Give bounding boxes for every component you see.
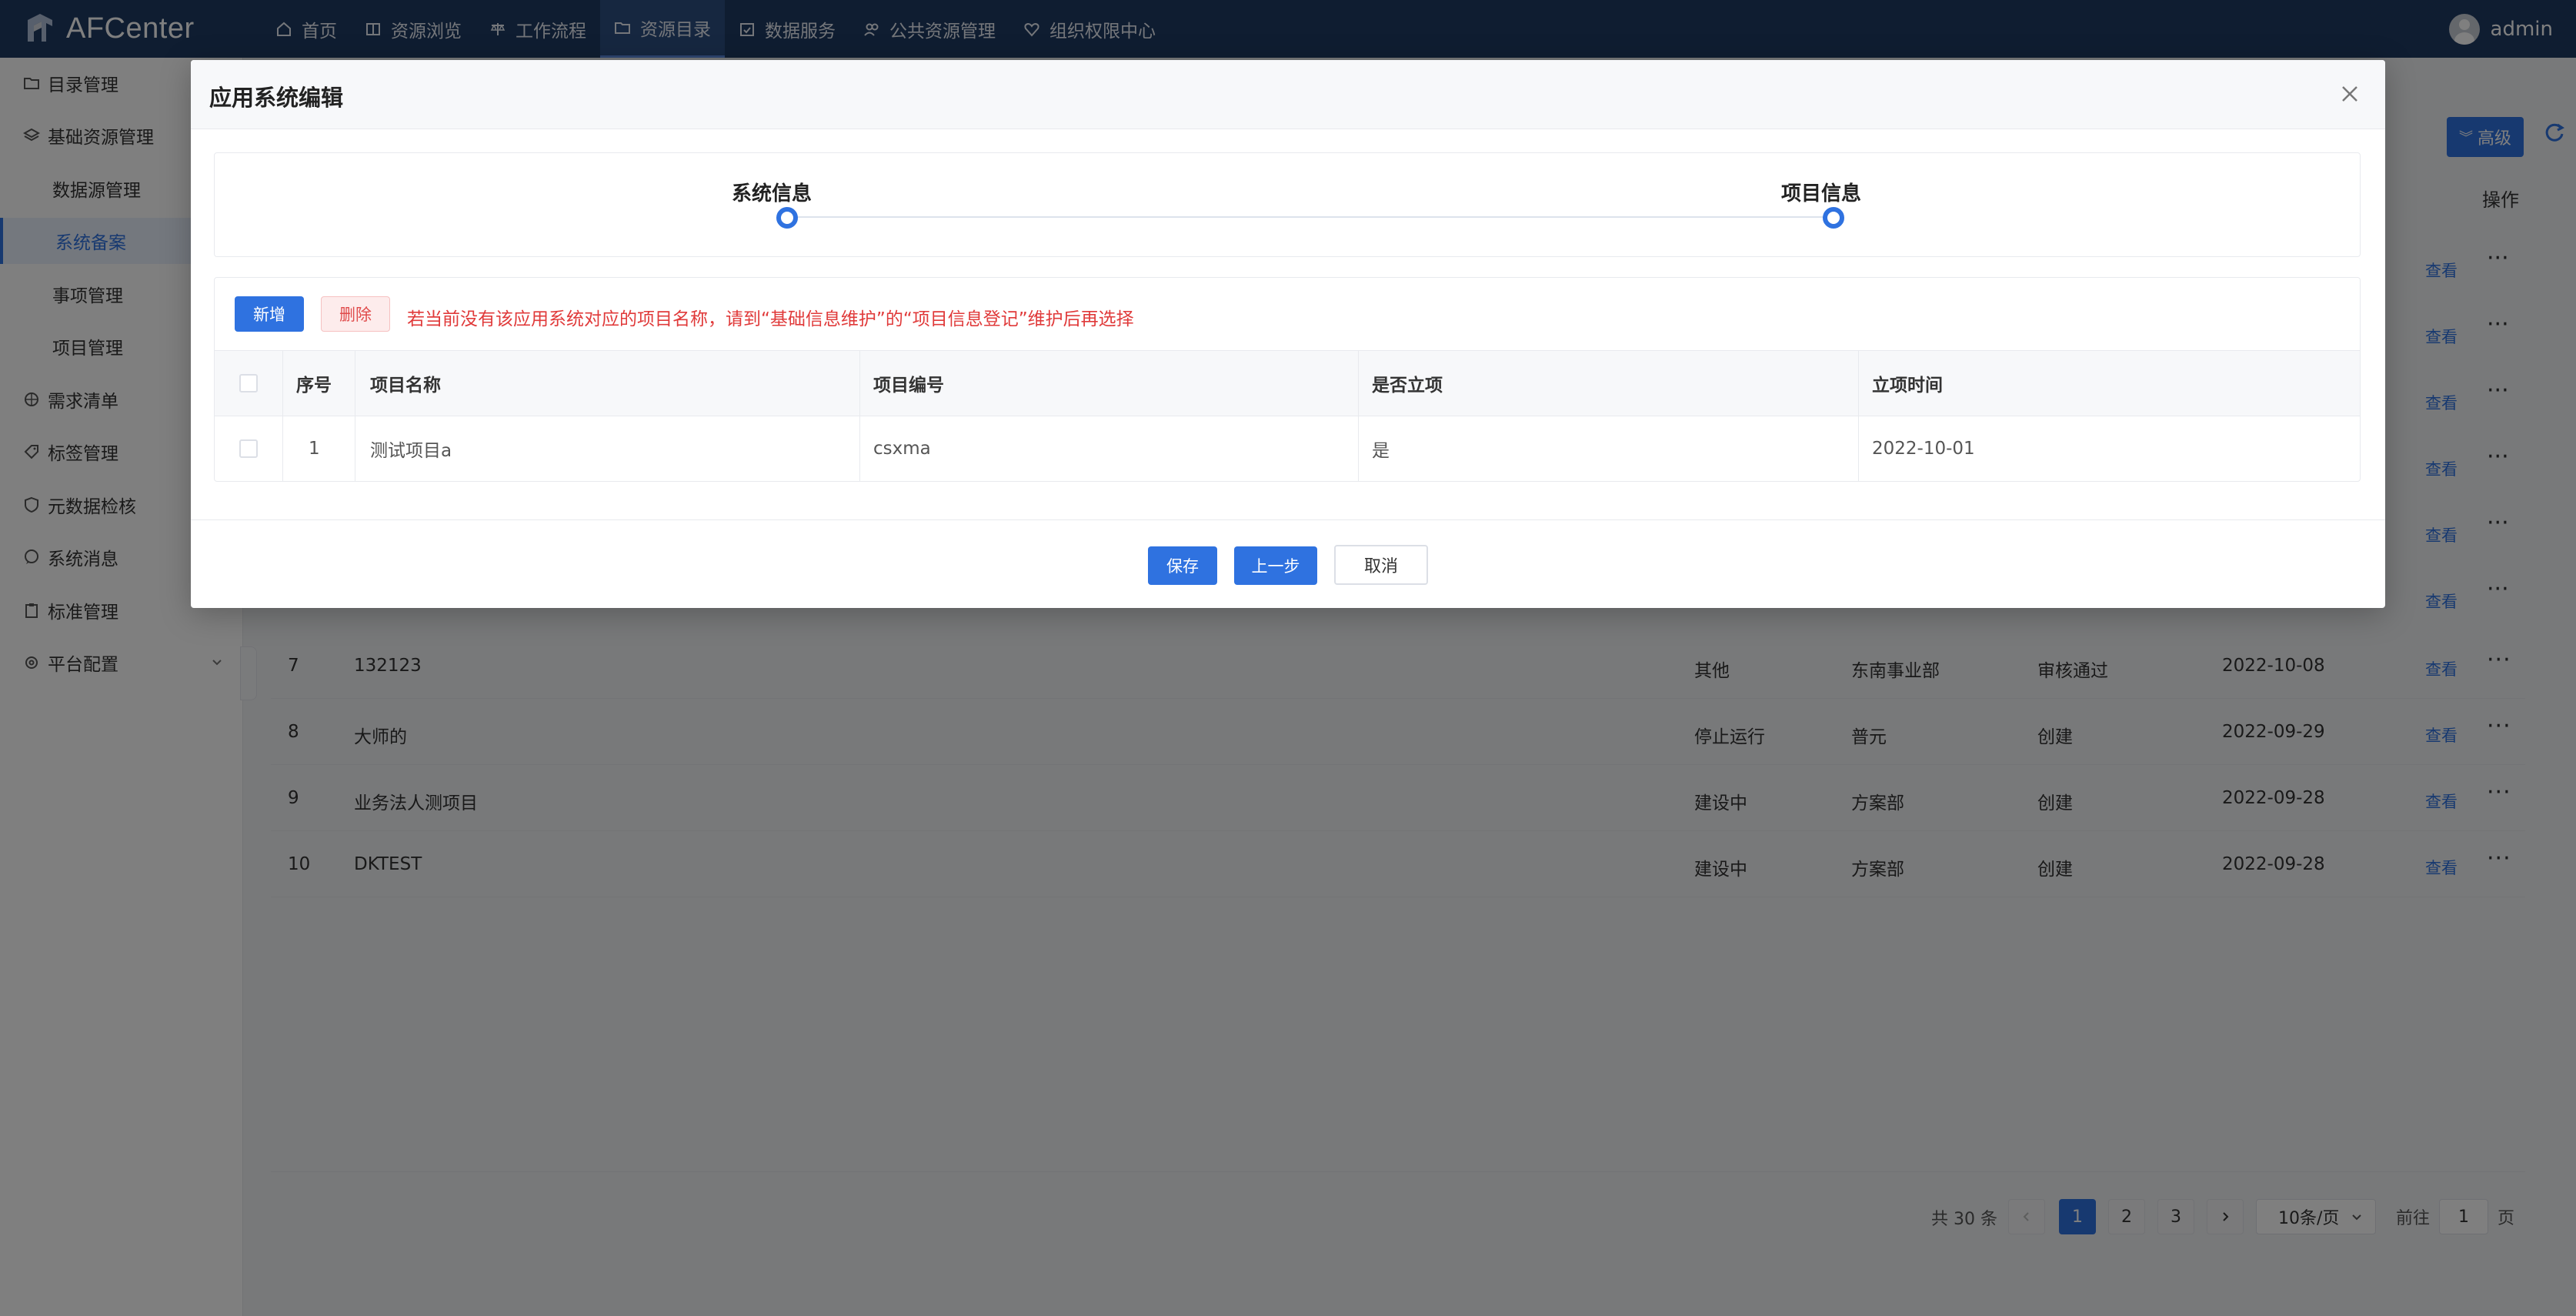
column-header-approval-date: 立项时间 xyxy=(1872,376,1943,396)
row-approved: 是 xyxy=(1372,441,1390,461)
column-header-project-code: 项目编号 xyxy=(873,376,944,396)
dialog-header: 应用系统编辑 xyxy=(191,60,2385,129)
column-header-approved: 是否立项 xyxy=(1372,376,1443,396)
table-row[interactable]: 1 测试项目a csxma 是 2022-10-01 xyxy=(215,416,2360,481)
step-label-system-info: 系统信息 xyxy=(732,182,813,205)
previous-step-button[interactable]: 上一步 xyxy=(1234,546,1317,585)
step-dot-system-info[interactable] xyxy=(776,207,798,229)
row-index: 1 xyxy=(309,439,320,459)
step-connector xyxy=(787,216,1834,218)
project-table-panel: 新增 删除 若当前没有该应用系统对应的项目名称，请到“基础信息维护”的“项目信息… xyxy=(214,277,2361,482)
select-all-checkbox[interactable] xyxy=(239,374,258,392)
column-divider xyxy=(1858,350,1859,481)
step-label-project-info: 项目信息 xyxy=(1781,182,1862,205)
step-dot-project-info[interactable] xyxy=(1823,207,1844,229)
column-header-project-name: 项目名称 xyxy=(370,376,441,396)
row-checkbox[interactable] xyxy=(239,439,258,458)
row-approval-date: 2022-10-01 xyxy=(1872,439,1975,459)
row-project-name: 测试项目a xyxy=(370,441,452,461)
dialog-title: 应用系统编辑 xyxy=(209,85,344,111)
steps-bar: 系统信息 项目信息 xyxy=(214,152,2361,257)
save-button[interactable]: 保存 xyxy=(1148,546,1217,585)
edit-system-dialog: 应用系统编辑 系统信息 项目信息 新增 删除 若当前没有该应用系统对应的项目名称… xyxy=(191,60,2385,608)
hint-text: 若当前没有该应用系统对应的项目名称，请到“基础信息维护”的“项目信息登记”维护后… xyxy=(407,309,1134,329)
row-project-code: csxma xyxy=(873,439,931,459)
cancel-button[interactable]: 取消 xyxy=(1334,545,1428,585)
select-all-checkbox-cell xyxy=(239,351,258,416)
close-icon[interactable] xyxy=(2339,83,2361,105)
column-divider xyxy=(282,350,283,481)
add-button[interactable]: 新增 xyxy=(235,296,304,332)
column-divider xyxy=(859,350,860,481)
row-checkbox-cell xyxy=(239,416,258,481)
column-header-index: 序号 xyxy=(296,376,332,396)
dialog-footer-divider xyxy=(191,519,2385,520)
table-header: 序号 项目名称 项目编号 是否立项 立项时间 xyxy=(215,350,2360,416)
column-divider xyxy=(1358,350,1359,481)
delete-button[interactable]: 删除 xyxy=(321,296,390,332)
